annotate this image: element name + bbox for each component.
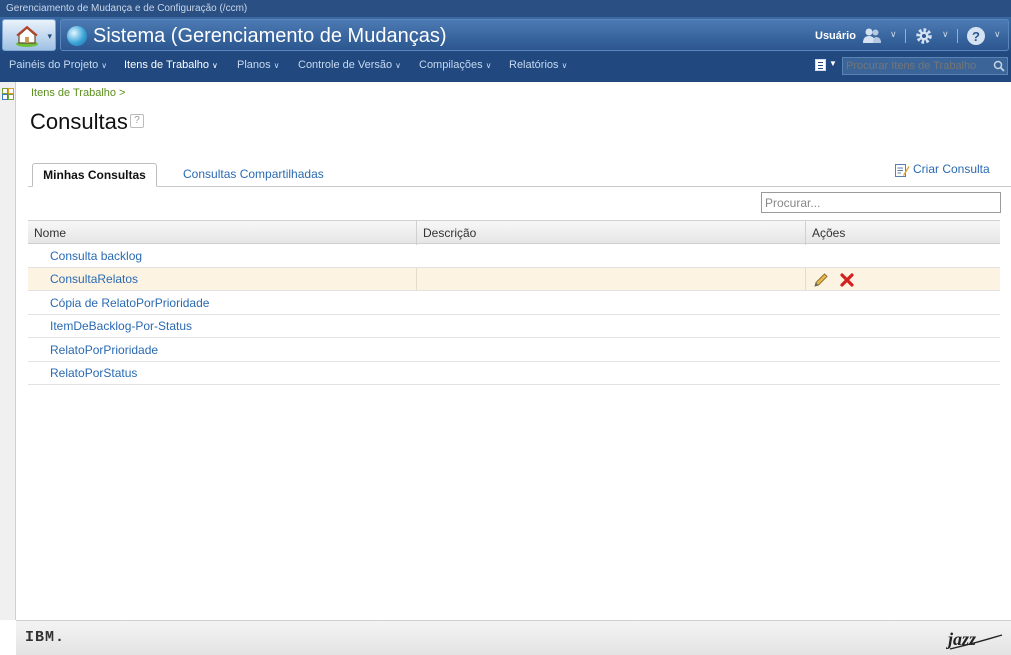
column-header-name[interactable]: Nome	[28, 221, 416, 245]
query-name-link[interactable]: RelatoPorStatus	[50, 362, 137, 385]
create-query-icon	[895, 164, 910, 177]
column-header-actions: Ações	[805, 221, 1000, 245]
app-header: ▾ Sistema (Gerenciamento de Mudanças) Us…	[0, 17, 1011, 54]
chevron-down-icon: ∨	[273, 61, 280, 70]
chevron-down-icon[interactable]: ∨	[890, 29, 897, 40]
delete-icon[interactable]	[839, 272, 855, 288]
users-icon[interactable]	[862, 26, 882, 46]
chevron-down-icon: ∨	[561, 61, 568, 70]
table-row[interactable]: Consulta backlog	[28, 245, 1000, 268]
footer: IBM. jazz	[16, 620, 1011, 655]
home-icon	[16, 25, 38, 47]
query-name-link[interactable]: ItemDeBacklog-Por-Status	[50, 315, 192, 338]
tab-shared-queries[interactable]: Consultas Compartilhadas	[183, 163, 324, 187]
tabs-divider	[28, 186, 1011, 187]
ibm-logo: IBM.	[25, 629, 66, 646]
project-title-bar: Sistema (Gerenciamento de Mudanças) Usuá…	[60, 19, 1009, 51]
separator	[905, 29, 906, 43]
chevron-down-icon[interactable]: ∨	[994, 29, 1001, 40]
table-row[interactable]: ItemDeBacklog-Por-Status	[28, 315, 1000, 338]
globe-icon	[67, 26, 87, 46]
gear-icon[interactable]	[914, 26, 934, 46]
help-icon[interactable]: ?	[130, 114, 144, 128]
window-title: Gerenciamento de Mudança e de Configuraç…	[6, 3, 248, 14]
nav-item-source-control[interactable]: Controle de Versão ∨	[298, 54, 401, 82]
page-title: Consultas	[30, 109, 128, 134]
nav-item-plans[interactable]: Planos ∨	[237, 54, 280, 82]
chevron-down-icon: ∨	[395, 61, 402, 70]
chevron-down-icon: ∨	[485, 61, 492, 70]
create-query-button[interactable]: Criar Consulta	[894, 162, 990, 178]
table-row[interactable]: RelatoPorPrioridade	[28, 339, 1000, 362]
column-header-description[interactable]: Descrição	[416, 221, 805, 245]
work-item-type-icon[interactable]	[815, 59, 826, 71]
queries-table-header: Nome Descrição Ações	[28, 220, 1000, 245]
home-menu-button[interactable]: ▾	[2, 19, 56, 51]
separator	[957, 29, 958, 43]
chevron-down-icon: ∨	[212, 61, 218, 70]
nav-item-reports[interactable]: Relatórios ∨	[509, 54, 567, 82]
nav-item-work-items[interactable]: Itens de Trabalho ∨	[124, 54, 218, 82]
column-divider	[805, 268, 806, 291]
chevron-down-icon[interactable]: ∨	[942, 29, 949, 40]
column-divider	[416, 268, 417, 291]
query-name-link[interactable]: ConsultaRelatos	[50, 268, 138, 291]
query-name-link[interactable]: Cópia de RelatoPorPrioridade	[50, 292, 209, 315]
window-title-bar: Gerenciamento de Mudança e de Configuraç…	[0, 0, 1011, 17]
table-row[interactable]: Cópia de RelatoPorPrioridade	[28, 292, 1000, 315]
help-circle-icon[interactable]: ?	[966, 26, 986, 46]
main-navigation: Painéis do Projeto ∨ Itens de Trabalho ∨ P…	[0, 54, 1011, 82]
left-sidebar	[0, 82, 16, 620]
work-items-search-input[interactable]	[842, 57, 1008, 75]
edit-icon[interactable]	[813, 272, 829, 288]
search-icon[interactable]	[993, 60, 1005, 72]
create-query-label: Criar Consulta	[913, 162, 990, 177]
query-name-link[interactable]: Consulta backlog	[50, 245, 142, 268]
query-name-link[interactable]: RelatoPorPrioridade	[50, 339, 158, 362]
user-label[interactable]: Usuário	[815, 30, 856, 42]
chevron-down-icon: ▾	[47, 31, 52, 41]
breadcrumb[interactable]: Itens de Trabalho >	[31, 87, 125, 99]
table-row[interactable]: RelatoPorStatus	[28, 362, 1000, 385]
nav-item-project-dashboards[interactable]: Painéis do Projeto ∨	[9, 54, 107, 82]
project-title: Sistema (Gerenciamento de Mudanças)	[93, 25, 447, 47]
tab-my-queries[interactable]: Minhas Consultas	[32, 163, 157, 187]
chevron-down-icon[interactable]: ▼	[829, 59, 837, 68]
jazz-logo: jazz	[946, 629, 1003, 650]
query-filter-input[interactable]	[761, 192, 1001, 213]
mini-dashboard-icon[interactable]	[2, 88, 14, 100]
table-row[interactable]: ConsultaRelatos	[28, 268, 1000, 291]
chevron-down-icon: ∨	[101, 61, 108, 70]
svg-text:?: ?	[972, 29, 980, 44]
nav-item-builds[interactable]: Compilações ∨	[419, 54, 491, 82]
